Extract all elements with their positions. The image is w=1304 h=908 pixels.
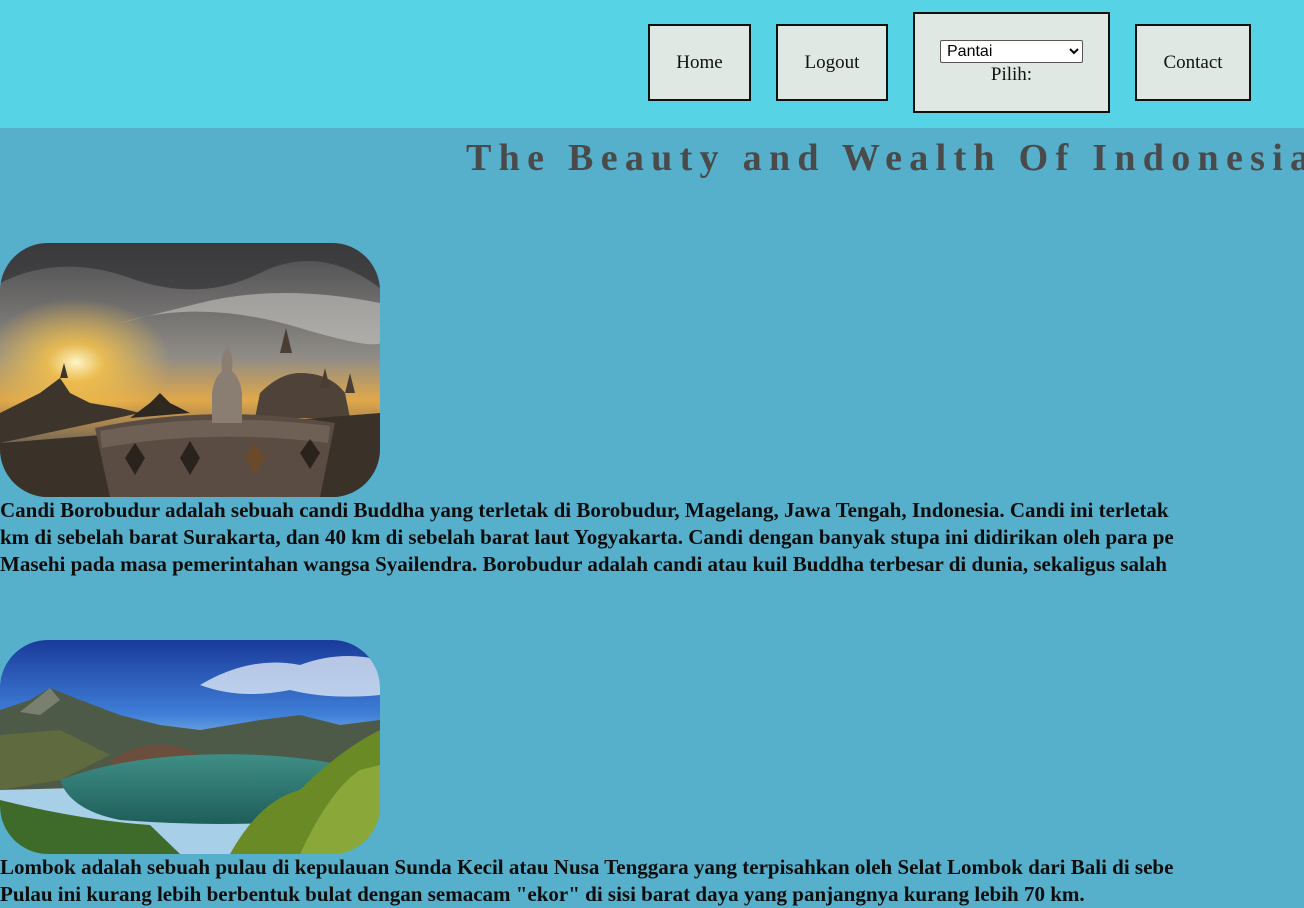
category-select-box: Pantai Pilih:: [913, 12, 1110, 113]
paragraph-line: Masehi pada masa pemerintahan wangsa Sya…: [0, 552, 1167, 576]
home-button[interactable]: Home: [648, 24, 751, 101]
borobudur-temple-photo-icon: [0, 243, 380, 497]
paragraph-line: Pulau ini kurang lebih berbentuk bulat d…: [0, 882, 1085, 906]
paragraph-line: km di sebelah barat Surakarta, dan 40 km…: [0, 525, 1174, 549]
lombok-description: Lombok adalah sebuah pulau di kepulauan …: [0, 854, 1304, 908]
page-title: The Beauty and Wealth Of Indonesia: [466, 137, 1304, 179]
paragraph-line: Lombok adalah sebuah pulau di kepulauan …: [0, 855, 1174, 879]
category-select[interactable]: Pantai: [940, 40, 1083, 63]
lombok-image: [0, 640, 380, 854]
lombok-lake-photo-icon: [0, 640, 380, 854]
borobudur-image: [0, 243, 380, 497]
paragraph-line: Candi Borobudur adalah sebuah candi Budd…: [0, 498, 1169, 522]
logout-button[interactable]: Logout: [776, 24, 888, 101]
borobudur-description: Candi Borobudur adalah sebuah candi Budd…: [0, 497, 1304, 578]
contact-button[interactable]: Contact: [1135, 24, 1251, 101]
select-label: Pilih:: [990, 64, 1033, 85]
